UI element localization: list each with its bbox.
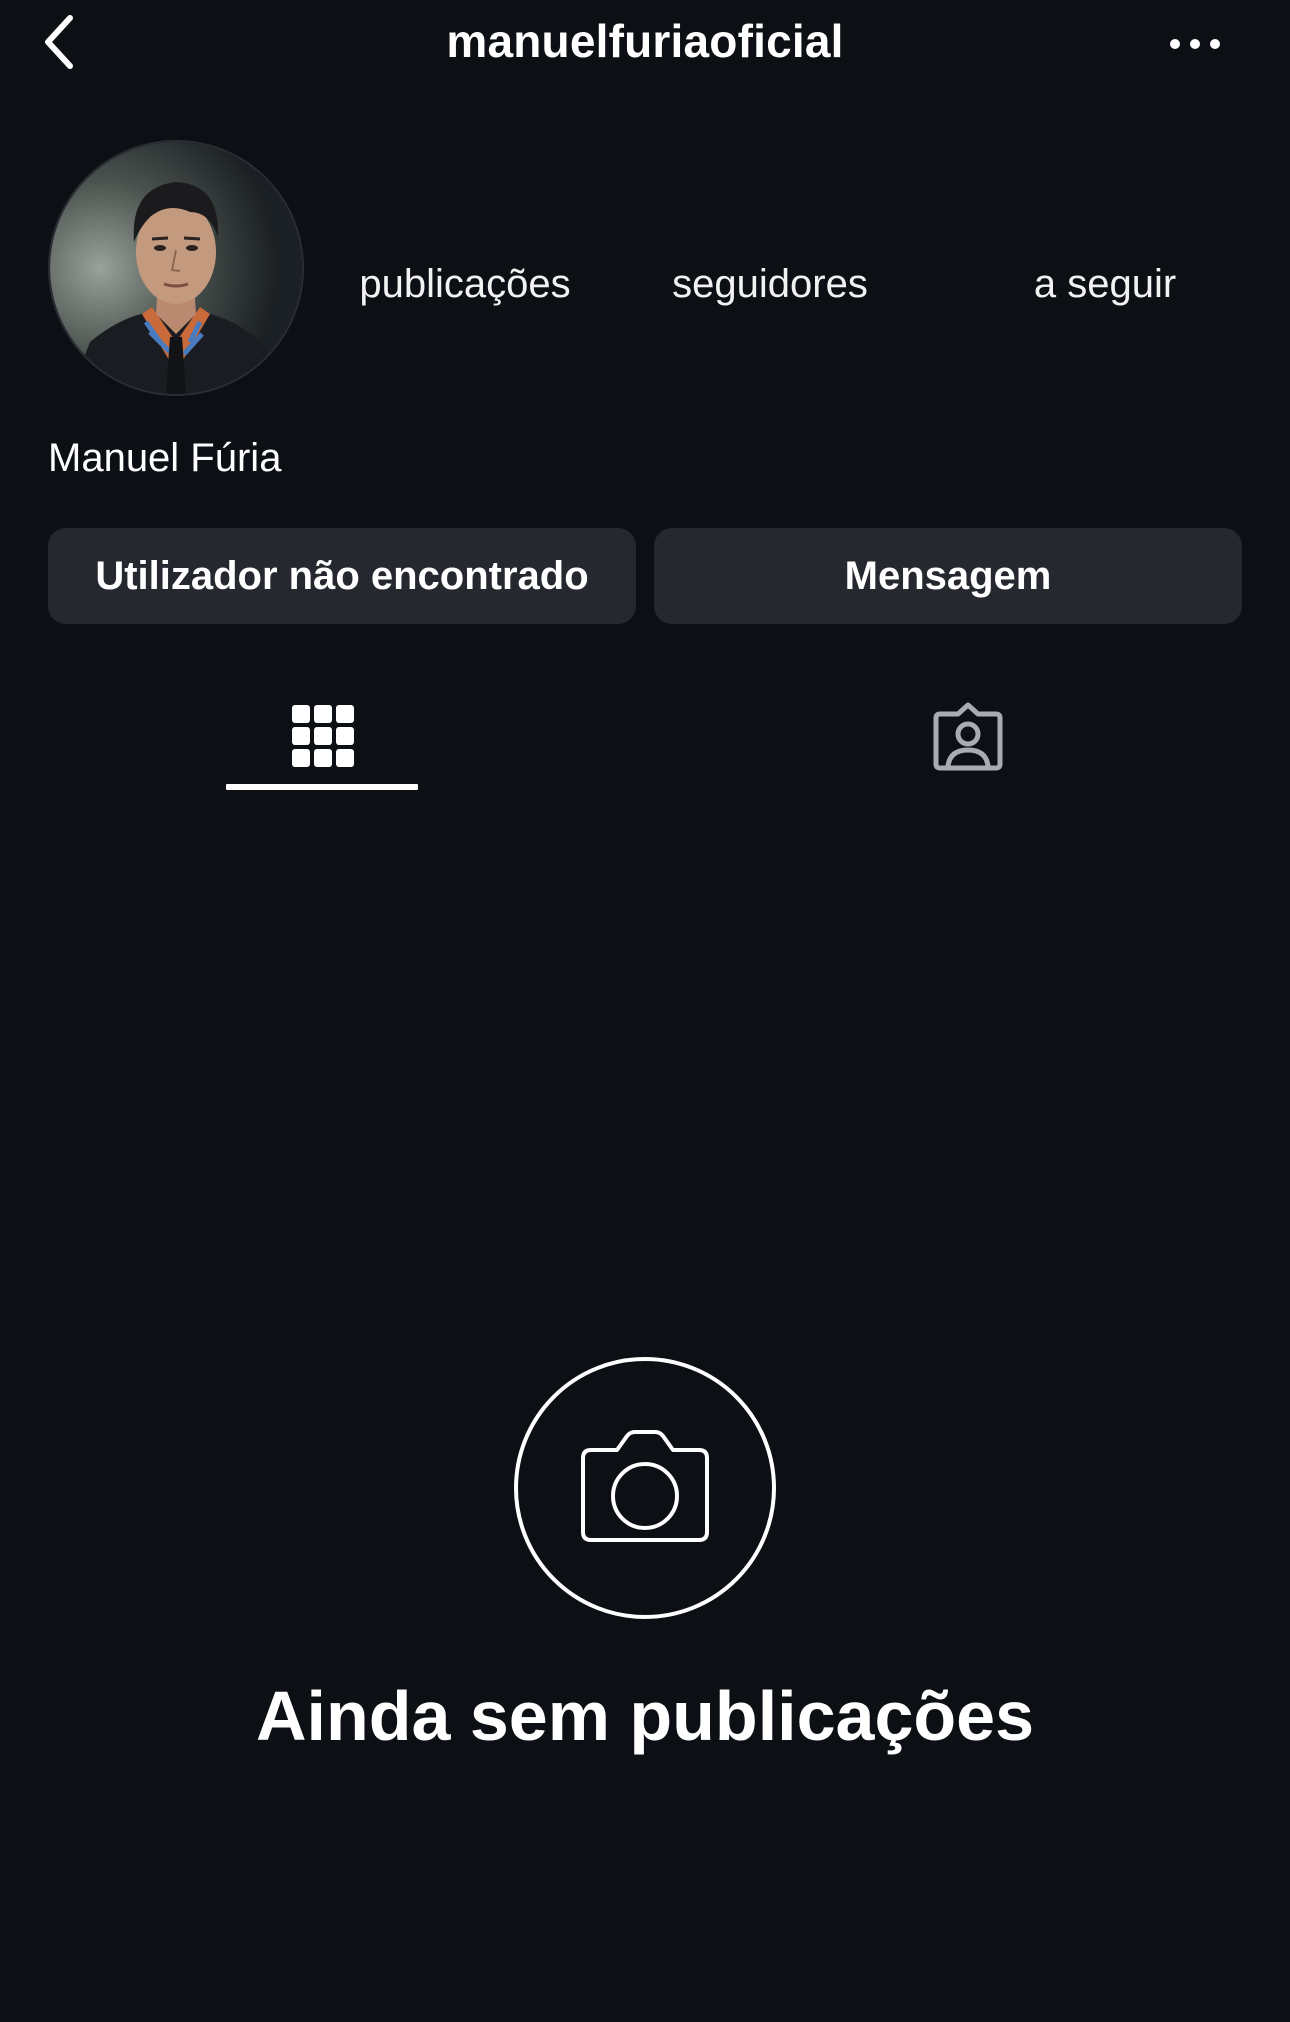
stat-following-label[interactable]: a seguir: [980, 262, 1230, 307]
more-options-button[interactable]: [1160, 20, 1230, 68]
profile-stats: publicações seguidores a seguir: [330, 262, 1260, 322]
tab-tagged[interactable]: [645, 680, 1290, 792]
tagged-person-icon: [933, 702, 1002, 771]
message-button[interactable]: Mensagem: [654, 528, 1242, 624]
stat-followers-label[interactable]: seguidores: [645, 262, 895, 307]
avatar-photo: [50, 142, 302, 394]
more-horizontal-icon: [1170, 39, 1220, 49]
profile-screen: manuelfuriaoficial publicações seguidore…: [0, 0, 1290, 2022]
profile-display-name: Manuel Fúria: [48, 436, 282, 480]
top-bar: manuelfuriaoficial: [0, 0, 1290, 90]
profile-avatar[interactable]: [48, 140, 304, 396]
active-tab-indicator: [226, 784, 418, 790]
user-not-found-button[interactable]: Utilizador não encontrado: [48, 528, 636, 624]
empty-state-title: Ainda sem publicações: [255, 1677, 1035, 1755]
empty-state-icon: [513, 1356, 777, 1620]
grid-icon: [291, 705, 354, 767]
profile-tabs: [0, 680, 1290, 792]
camera-icon: [514, 1357, 776, 1619]
tab-posts-grid[interactable]: [0, 680, 645, 792]
stat-posts-label[interactable]: publicações: [330, 262, 600, 307]
profile-username: manuelfuriaoficial: [446, 15, 844, 67]
